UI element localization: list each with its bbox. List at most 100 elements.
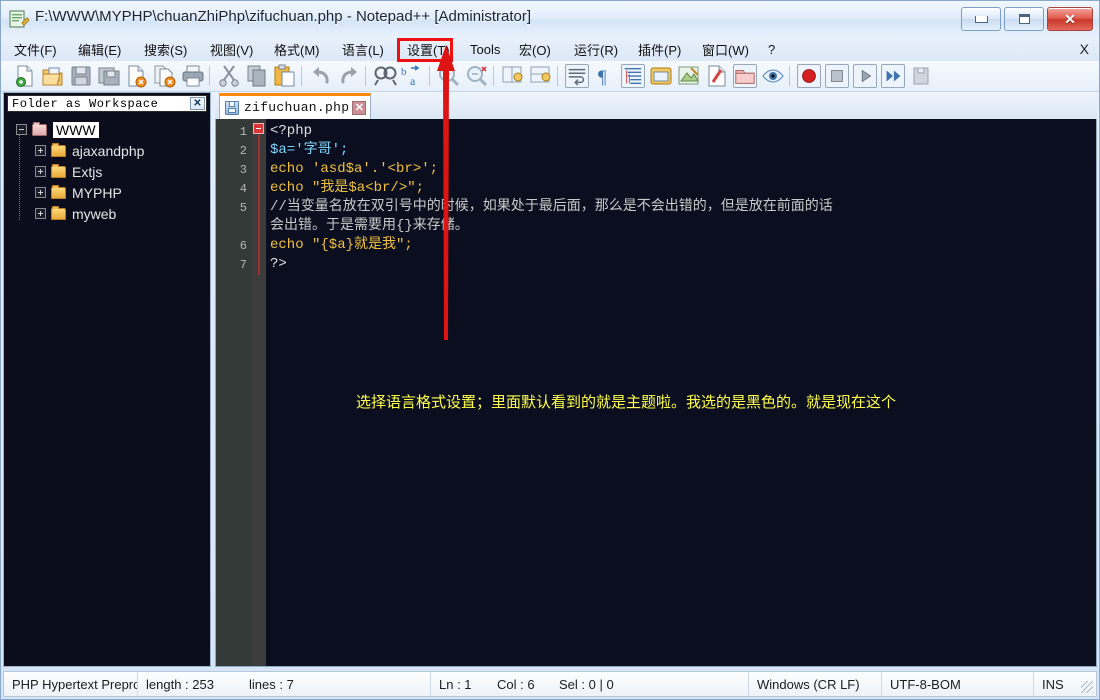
save-icon[interactable] (69, 64, 93, 88)
open-file-icon[interactable] (41, 64, 65, 88)
line-number: 7 (239, 258, 247, 272)
function-list-icon[interactable] (705, 64, 729, 88)
notepad-plus-plus-icon (9, 10, 29, 28)
expand-toggle-icon[interactable] (35, 145, 46, 156)
menu-run[interactable]: 运行(R) (567, 37, 625, 61)
new-file-icon[interactable] (13, 64, 37, 88)
cut-icon[interactable] (217, 64, 241, 88)
root-folder-icon (32, 121, 47, 136)
playback-icon[interactable] (853, 64, 877, 88)
folder-as-workspace-icon[interactable] (733, 64, 757, 88)
workspace-tree: WWW ajaxandphp Extjs MYPHP myweb (4, 115, 210, 666)
svg-text:b: b (401, 66, 407, 78)
show-doc-map-icon[interactable] (677, 64, 701, 88)
monitoring-icon[interactable] (761, 64, 785, 88)
sync-horizontal-icon[interactable] (529, 64, 553, 88)
line-number: 1 (239, 125, 247, 139)
menu-macro[interactable]: 宏(O) (512, 37, 558, 61)
tree-item-www[interactable]: WWW (4, 119, 210, 140)
close-button[interactable]: ✕ (1047, 7, 1093, 31)
svg-text:a: a (410, 74, 416, 88)
line-number: 6 (239, 239, 247, 253)
code-line-7: ?> (270, 256, 287, 272)
stop-recording-icon[interactable] (825, 64, 849, 88)
close-document-button[interactable]: X (1080, 37, 1089, 61)
tab-zifuchuan-php[interactable]: zifuchuan.php ✕ (219, 93, 372, 119)
find-icon[interactable] (373, 64, 397, 88)
close-all-icon[interactable] (153, 64, 177, 88)
menu-language[interactable]: 语言(L) (335, 37, 391, 61)
notepadpp-window: F:\WWW\MYPHP\chuanZhiPhp\zifuchuan.php -… (0, 0, 1100, 700)
zoom-out-icon[interactable] (465, 64, 489, 88)
run-macro-multiple-icon[interactable] (881, 64, 905, 88)
word-wrap-icon[interactable] (565, 64, 589, 88)
code-line-1: <?php (270, 123, 313, 139)
status-language: PHP Hypertext Preproc (4, 672, 138, 696)
tree-item-label: Extjs (72, 163, 103, 180)
undo-icon[interactable] (309, 64, 333, 88)
code-line-4: echo "我是$a<br/>"; (270, 180, 425, 196)
fold-collapse-icon[interactable] (253, 123, 264, 134)
status-bar: PHP Hypertext Preproc length : 253 lines… (3, 671, 1097, 697)
minimize-icon (974, 15, 988, 23)
status-ln: Ln : 1 (439, 676, 472, 692)
menu-edit[interactable]: 编辑(E) (71, 37, 128, 61)
record-macro-icon[interactable] (797, 64, 821, 88)
tab-bar: zifuchuan.php ✕ (215, 92, 1097, 120)
menu-window[interactable]: 窗口(W) (695, 37, 756, 61)
workspace-header: Folder as Workspace ✕ (7, 95, 207, 112)
line-number: 3 (239, 163, 247, 177)
line-number: 2 (239, 144, 247, 158)
minimize-button[interactable] (961, 7, 1001, 31)
print-icon[interactable] (181, 64, 205, 88)
tab-close-icon[interactable]: ✕ (352, 100, 367, 115)
toolbar-separator (209, 66, 210, 86)
toolbar-separator (301, 66, 302, 86)
tree-item-label: MYPHP (72, 184, 122, 201)
folder-icon (51, 163, 66, 178)
sync-vertical-icon[interactable] (501, 64, 525, 88)
fold-margin[interactable] (252, 119, 266, 666)
tree-item-myphp[interactable]: MYPHP (4, 182, 210, 203)
expand-toggle-icon[interactable] (35, 208, 46, 219)
code-text: <?php $a='字哥'; echo 'asd$a'.'<br>'; echo… (266, 119, 1096, 666)
annotation-highlight-box (397, 38, 453, 62)
menu-plugins[interactable]: 插件(P) (631, 37, 688, 61)
paste-icon[interactable] (273, 64, 297, 88)
svg-text:¶: ¶ (598, 67, 607, 88)
user-defined-dialog-icon[interactable] (649, 64, 673, 88)
tree-item-myweb[interactable]: myweb (4, 203, 210, 224)
redo-icon[interactable] (337, 64, 361, 88)
resize-grip-icon[interactable] (1081, 681, 1093, 693)
tree-item-extjs[interactable]: Extjs (4, 161, 210, 182)
line-number: 4 (239, 182, 247, 196)
workspace-close-button[interactable]: ✕ (190, 97, 205, 110)
menu-search[interactable]: 搜索(S) (137, 37, 194, 61)
menu-tools[interactable]: Tools (463, 37, 507, 61)
indent-guide-icon[interactable] (621, 64, 645, 88)
code-line-2: $a='字哥'; (270, 142, 349, 158)
collapse-toggle-icon[interactable] (16, 124, 27, 135)
tab-label: zifuchuan.php (244, 100, 350, 115)
replace-icon[interactable]: b a (401, 64, 425, 88)
close-icon: ✕ (1064, 11, 1076, 27)
zoom-in-icon[interactable] (437, 64, 461, 88)
copy-icon[interactable] (245, 64, 269, 88)
window-controls: ✕ (961, 7, 1093, 31)
expand-toggle-icon[interactable] (35, 187, 46, 198)
status-sel: Sel : 0 | 0 (551, 672, 749, 696)
menu-view[interactable]: 视图(V) (203, 37, 260, 61)
menu-bar: 文件(F) 编辑(E) 搜索(S) 视图(V) 格式(M) 语言(L) 设置(T… (1, 37, 1099, 62)
menu-format[interactable]: 格式(M) (267, 37, 327, 61)
maximize-icon (1018, 14, 1030, 24)
menu-file[interactable]: 文件(F) (7, 37, 64, 61)
maximize-button[interactable] (1004, 7, 1044, 31)
code-editor[interactable]: 1 2 3 4 5 6 7 <?php $a='字哥'; echo 'asd$a… (215, 119, 1097, 667)
tree-item-ajaxandphp[interactable]: ajaxandphp (4, 140, 210, 161)
save-all-icon[interactable] (97, 64, 121, 88)
menu-help[interactable]: ? (761, 37, 782, 61)
show-all-chars-icon[interactable]: ¶ (593, 64, 617, 88)
expand-toggle-icon[interactable] (35, 166, 46, 177)
close-file-icon[interactable] (125, 64, 149, 88)
save-macro-icon[interactable] (909, 64, 933, 88)
